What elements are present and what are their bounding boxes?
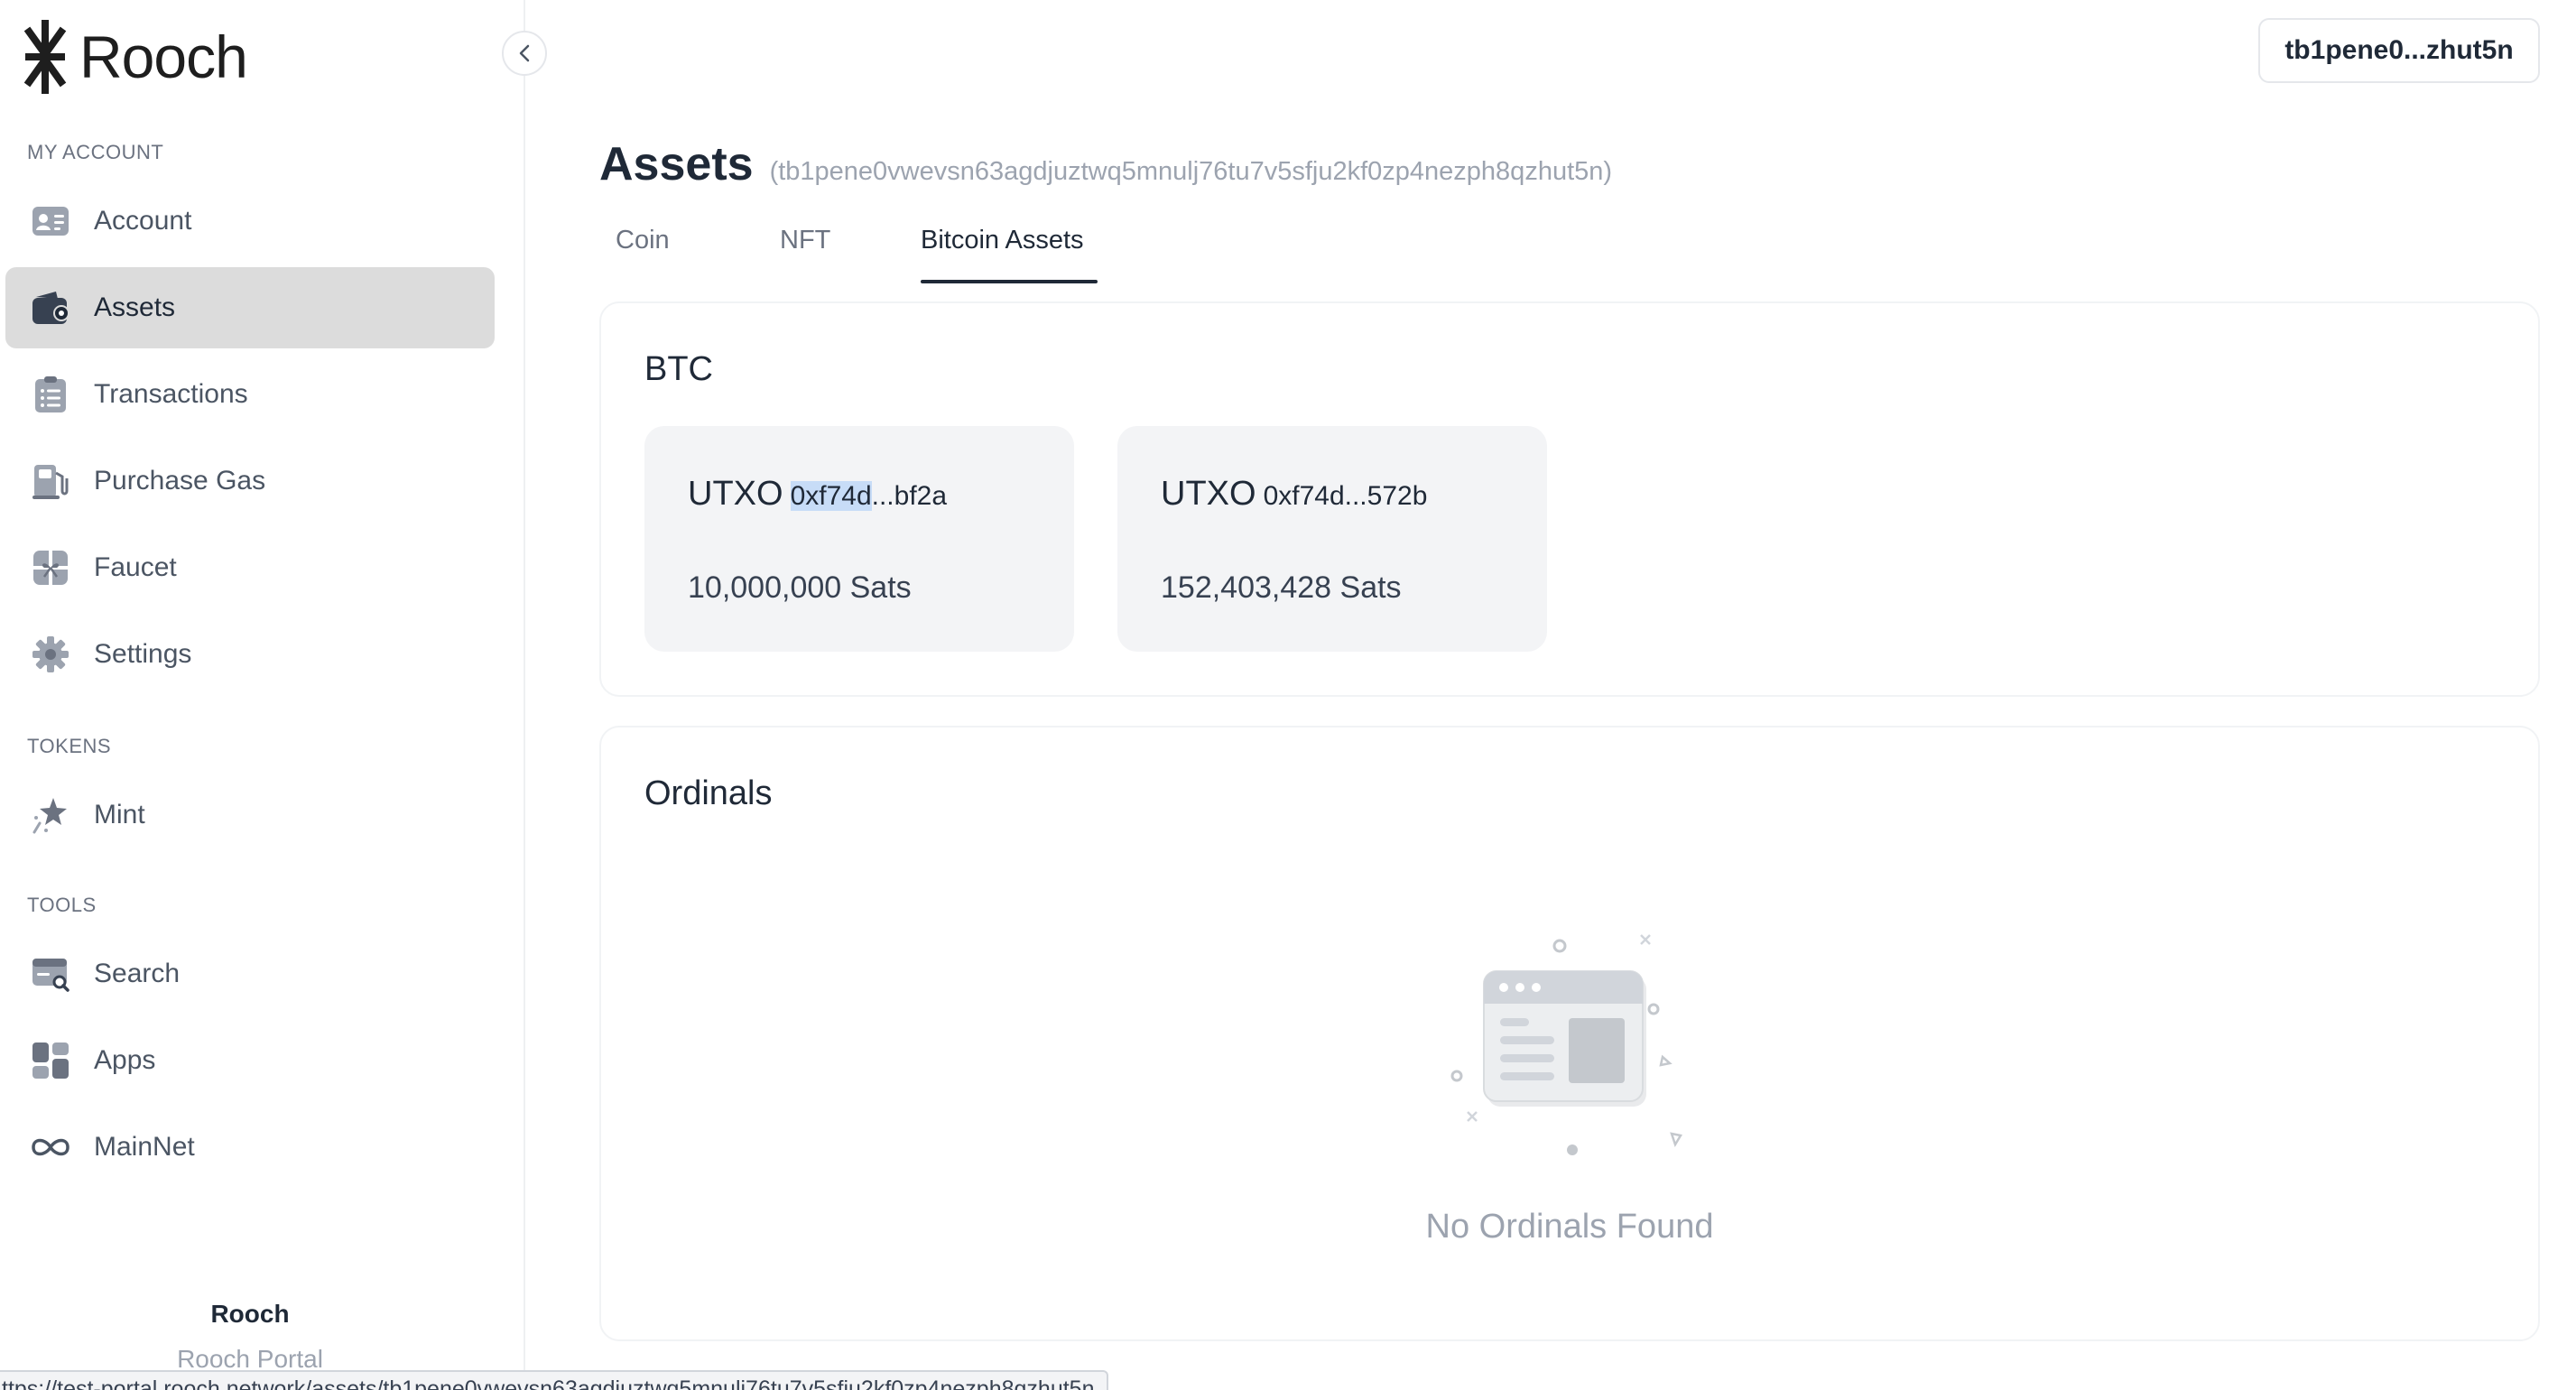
account-card-icon [29,199,72,243]
sidebar-item-faucet[interactable]: Faucet [5,527,495,608]
sidebar: Rooch MY ACCOUNT Account Assets Transact… [0,0,525,1390]
utxo-id[interactable]: 0xf74d...bf2a [790,481,948,512]
link-preview-status-bar: ttps://test-portal.rooch.network/assets/… [0,1370,1109,1390]
asset-tabs: Coin NFT Bitcoin Assets [599,213,1141,287]
utxo-card[interactable]: UTXO 0xf74d...572b 152,403,428 Sats [1117,426,1547,652]
sidebar-item-account[interactable]: Account [5,181,495,262]
btc-card-title: BTC [644,350,713,388]
sidebar-item-apps[interactable]: Apps [5,1020,495,1101]
logo-text: Rooch [79,23,248,90]
section-label-tools: TOOLS [27,894,97,916]
utxo-label: UTXO [1161,475,1256,513]
rooch-logo-icon [23,20,67,94]
rooch-logo[interactable]: Rooch [23,20,248,94]
sidebar-item-label: Faucet [94,552,177,582]
sidebar-item-label: Settings [94,639,192,669]
collapse-sidebar-button[interactable] [502,31,547,76]
apps-grid-icon [29,1039,72,1082]
sidebar-item-label: Search [94,959,181,988]
sidebar-item-label: Apps [94,1045,156,1075]
sidebar-item-settings[interactable]: Settings [5,614,495,695]
infinity-icon [29,1126,72,1169]
clipboard-list-icon [29,373,72,416]
search-browser-icon [29,952,72,996]
page-title: Assets (tb1pene0vwevsn63agdjuztwq5mnulj7… [599,137,1612,191]
sidebar-item-purchase-gas[interactable]: Purchase Gas [5,440,495,522]
faucet-gift-icon [29,546,72,589]
empty-state-text: No Ordinals Found [1425,1208,1714,1246]
utxo-label: UTXO [688,475,783,513]
sidebar-item-label: MainNet [94,1132,195,1162]
sidebar-item-search[interactable]: Search [5,933,495,1015]
utxo-amount: 152,403,428 Sats [1161,570,1402,605]
utxo-header: UTXO 0xf74d...bf2a [688,475,947,514]
chevron-left-icon [519,44,530,62]
ordinals-card: Ordinals No Ordinals Found [599,726,2540,1341]
tab-nft[interactable]: NFT [780,226,830,255]
page-title-text: Assets [599,138,754,190]
sparkle-star-icon [29,793,72,837]
page-title-address: (tb1pene0vwevsn63agdjuztwq5mnulj76tu7v5s… [769,157,1613,186]
sidebar-item-assets[interactable]: Assets [5,267,495,348]
active-tab-indicator [921,280,1098,283]
utxo-card[interactable]: UTXO 0xf74d...bf2a 10,000,000 Sats [644,426,1074,652]
tab-bitcoin-assets[interactable]: Bitcoin Assets [921,226,1084,255]
wallet-address-button[interactable]: tb1pene0...zhut5n [2258,18,2540,83]
sidebar-item-label: Mint [94,800,145,829]
sidebar-item-label: Purchase Gas [94,466,266,496]
btc-card: BTC UTXO 0xf74d...bf2a 10,000,000 Sats U… [599,301,2540,697]
gear-icon [29,633,72,676]
sidebar-item-label: Account [94,206,192,236]
ordinals-card-title: Ordinals [644,774,773,812]
utxo-id-selected-text: 0xf74d [790,481,872,511]
sidebar-item-label: Assets [94,292,176,322]
sidebar-item-label: Transactions [94,379,248,409]
empty-state-illustration [1450,934,1682,1155]
footer-app-name: Rooch [210,1300,290,1328]
sidebar-item-transactions[interactable]: Transactions [5,354,495,435]
utxo-header: UTXO 0xf74d...572b [1161,475,1427,514]
section-label-my-account: MY ACCOUNT [27,141,164,163]
gas-pump-icon [29,459,72,503]
section-label-tokens: TOKENS [27,735,112,757]
utxo-id-rest: ...bf2a [871,481,948,511]
wallet-icon [29,286,72,329]
tab-coin[interactable]: Coin [616,226,670,255]
sidebar-item-mint[interactable]: Mint [5,774,495,856]
utxo-amount: 10,000,000 Sats [688,570,912,605]
utxo-id[interactable]: 0xf74d...572b [1264,481,1428,512]
sidebar-item-mainnet[interactable]: MainNet [5,1107,495,1188]
